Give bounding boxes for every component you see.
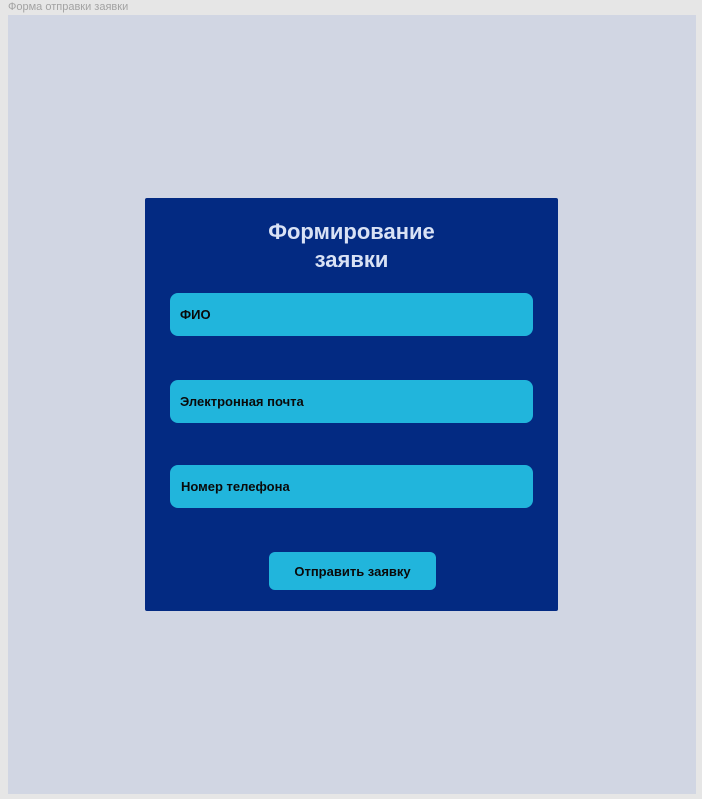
frame-label: Форма отправки заявки <box>8 1 129 13</box>
form-title: Формирование заявки <box>268 219 435 272</box>
full-name-label: ФИО <box>180 307 211 322</box>
submit-button[interactable]: Отправить заявку <box>269 552 436 590</box>
email-field[interactable]: Электронная почта <box>170 380 533 423</box>
submit-button-label: Отправить заявку <box>294 563 411 579</box>
full-name-field[interactable]: ФИО <box>170 293 533 336</box>
email-label: Электронная почта <box>180 394 304 409</box>
canvas: Формирование заявки ФИО Электронная почт… <box>8 15 696 794</box>
request-form: Формирование заявки ФИО Электронная почт… <box>145 198 558 611</box>
phone-label: Номер телефона <box>181 479 290 494</box>
phone-field[interactable]: Номер телефона <box>170 465 533 508</box>
